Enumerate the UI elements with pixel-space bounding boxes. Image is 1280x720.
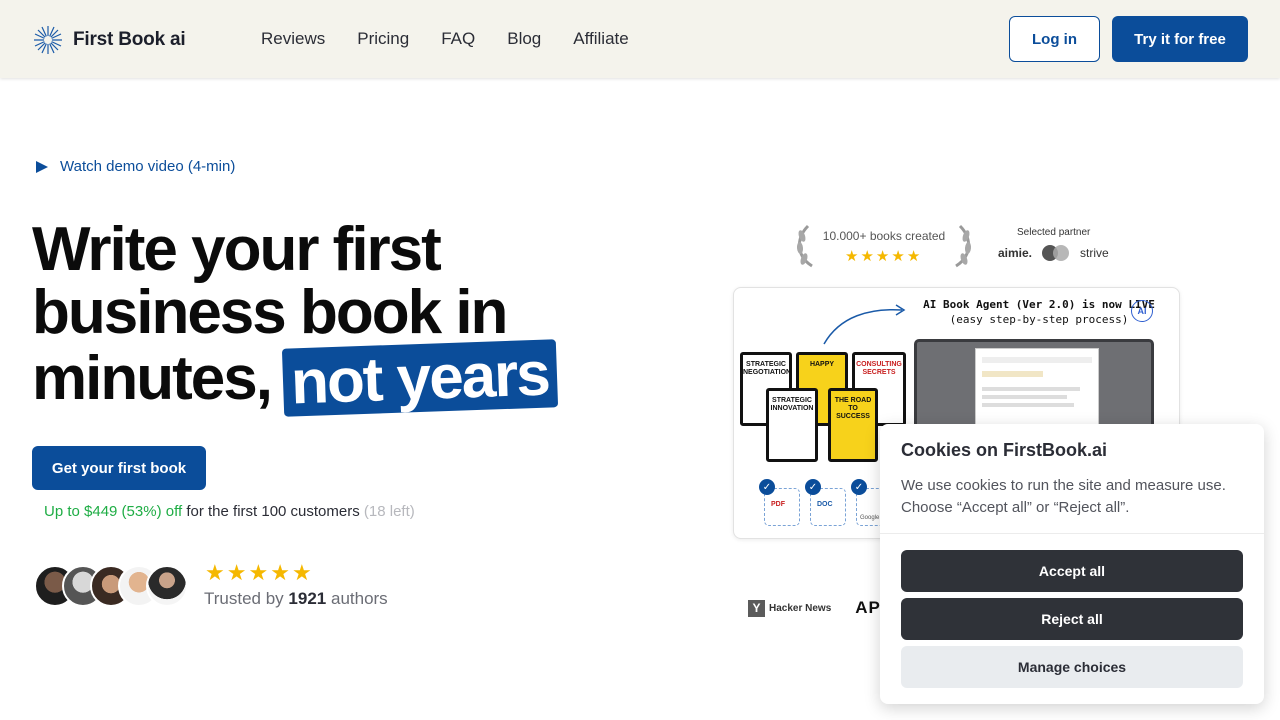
rating-stars: ★ ★ ★ ★ ★	[205, 562, 312, 584]
offer-description: for the first 100 customers	[186, 503, 360, 520]
headline-line-3: minutes, not years	[32, 339, 558, 417]
agent-title: AI Book Agent (Ver 2.0) is now LIVE (eas…	[914, 297, 1164, 327]
nav-link-affiliate[interactable]: Affiliate	[573, 29, 628, 49]
hacker-news-logo: Y Hacker News	[748, 599, 832, 617]
trusted-suffix: authors	[330, 589, 388, 608]
trusted-by-text: Trusted by 1921 authors	[204, 589, 388, 609]
curved-arrow-icon	[823, 304, 906, 345]
file-type-label: PDF	[771, 501, 785, 508]
star-icon: ★	[845, 248, 859, 265]
brand-name: First Book ai	[73, 29, 186, 50]
checkmark-icon: ✓	[851, 479, 867, 495]
cookie-consent-dialog: Cookies on FirstBook.ai We use cookies t…	[880, 424, 1264, 704]
book-title: STRATEGIC NEGOTIATION	[743, 361, 792, 376]
doc-file-icon: ✓ DOC	[805, 479, 846, 526]
export-formats: ✓ PDF ✓ DOC ✓ Google	[759, 479, 892, 526]
star-icon: ★	[875, 248, 890, 265]
reject-all-button[interactable]: Reject all	[901, 598, 1243, 640]
sunburst-logo-icon	[34, 26, 62, 54]
book-title: CONSULTING SECRETS	[856, 361, 902, 376]
get-first-book-button[interactable]: Get your first book	[32, 446, 206, 490]
nav-link-pricing[interactable]: Pricing	[357, 29, 409, 49]
book-title: THE ROAD TO SUCCESS	[834, 397, 872, 420]
checkmark-icon: ✓	[805, 479, 821, 495]
try-free-button[interactable]: Try it for free	[1112, 16, 1248, 62]
books-created-label: 10.000+ books created	[822, 229, 946, 243]
brand-logo[interactable]: First Book ai	[33, 25, 186, 55]
star-icon: ★	[248, 560, 269, 585]
watch-demo-link[interactable]: Watch demo video (4-min)	[36, 158, 235, 175]
trusted-count: 1921	[288, 589, 327, 608]
headline-minutes: minutes,	[32, 344, 273, 413]
partner-aimie: aimie.	[998, 246, 1033, 260]
cookie-body: We use cookies to run the site and measu…	[901, 477, 1226, 516]
offer-remaining: (18 left)	[363, 503, 415, 520]
hacker-news-y-icon: Y	[748, 599, 765, 617]
star-icon: ★	[291, 560, 312, 585]
star-icon: ★	[891, 248, 905, 265]
ap-logo: AP	[855, 598, 881, 617]
selected-partner-label: Selected partner	[1017, 227, 1091, 238]
agent-title-sub: (easy step-by-step process)	[949, 313, 1129, 326]
play-icon	[36, 160, 48, 173]
offer-text: Up to $449 (53%) off for the first 100 c…	[44, 503, 415, 520]
divider	[880, 533, 1264, 534]
avatar	[146, 565, 188, 607]
star-icon: ★	[860, 248, 874, 265]
book-cover: THE ROAD TO SUCCESS	[828, 388, 878, 462]
trusted-prefix: Trusted by	[204, 589, 284, 608]
offer-discount: Up to $449 (53%) off	[44, 503, 183, 520]
top-nav: First Book ai Reviews Pricing FAQ Blog A…	[0, 0, 1280, 78]
file-type-label: Google	[860, 515, 880, 521]
star-icon: ★	[906, 248, 921, 265]
cookie-title: Cookies on FirstBook.ai	[901, 440, 1108, 460]
hacker-news-label: Hacker News	[769, 602, 832, 614]
badge-stars: ★ ★ ★ ★ ★	[845, 247, 920, 265]
press-logos: Y Hacker News AP	[748, 598, 881, 618]
partner-strive: strive	[1080, 246, 1109, 260]
book-title: STRATEGIC INNOVATION	[770, 397, 814, 412]
main-nav: Reviews Pricing FAQ Blog Affiliate	[261, 29, 661, 49]
headline-highlight: not years	[281, 339, 558, 417]
checkmark-icon: ✓	[759, 479, 775, 495]
agent-title-main: AI Book Agent (Ver 2.0) is now LIVE	[923, 298, 1155, 311]
manage-choices-button[interactable]: Manage choices	[901, 646, 1243, 688]
login-button[interactable]: Log in	[1009, 16, 1100, 62]
headline-line-2: business book in	[32, 278, 508, 347]
ai-atom-icon: AI	[1131, 300, 1153, 322]
nav-link-reviews[interactable]: Reviews	[261, 29, 325, 49]
book-title: HAPPY	[809, 361, 835, 368]
accept-all-button[interactable]: Accept all	[901, 550, 1243, 592]
star-icon: ★	[205, 560, 225, 585]
book-cover: STRATEGIC INNOVATION	[766, 388, 818, 462]
headline-line-1: Write your first	[32, 215, 442, 284]
mastercard-logo-icon	[1042, 245, 1070, 261]
star-icon: ★	[226, 560, 247, 585]
hero-headline: Write your first business book in minute…	[32, 215, 558, 417]
file-type-label: DOC	[817, 501, 833, 508]
nav-link-faq[interactable]: FAQ	[441, 29, 475, 49]
author-avatars	[34, 565, 188, 607]
star-icon: ★	[270, 560, 290, 585]
pdf-file-icon: ✓ PDF	[759, 479, 800, 526]
partner-logos: aimie. strive	[998, 245, 1109, 261]
watch-demo-label: Watch demo video (4-min)	[60, 158, 236, 175]
nav-link-blog[interactable]: Blog	[507, 29, 541, 49]
